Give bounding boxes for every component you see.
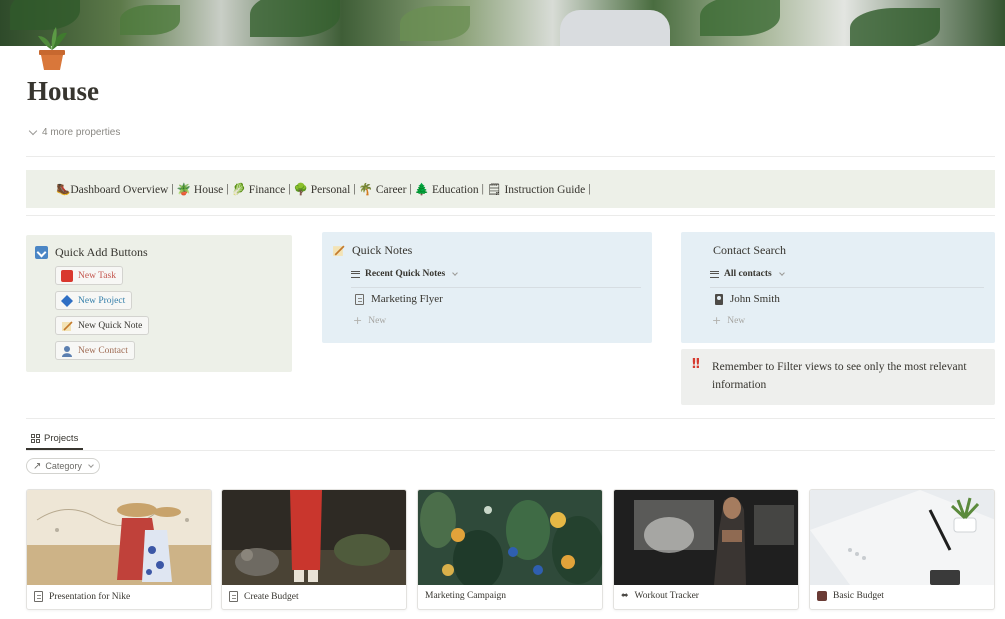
divider xyxy=(26,156,995,157)
new-contact-button[interactable]: New Contact xyxy=(55,341,135,360)
nav-link-finance[interactable]: 🥬 Finance xyxy=(232,182,286,196)
memo-icon xyxy=(62,320,73,331)
gallery-card-marketing-campaign[interactable]: Marketing Campaign xyxy=(417,489,603,610)
all-contacts-view-tab[interactable]: All contacts xyxy=(710,269,785,279)
quick-add-callout: Quick Add Buttons New Task New Project N… xyxy=(26,235,292,372)
potted-plant-icon[interactable] xyxy=(30,24,74,72)
list-view-icon xyxy=(351,270,360,278)
list-item[interactable]: John Smith xyxy=(715,293,780,305)
card-cover-image xyxy=(418,490,602,585)
chevron-down-icon xyxy=(28,126,38,135)
card-cover-image xyxy=(614,490,798,585)
new-quick-note-button[interactable]: New Quick Note xyxy=(55,316,150,335)
quick-notes-callout: Quick Notes Recent Quick Notes Marketing… xyxy=(322,232,652,343)
quick-add-heading: Quick Add Buttons xyxy=(35,245,148,260)
contact-search-heading: Contact Search xyxy=(713,243,786,258)
page-cover-image[interactable] xyxy=(0,0,1005,46)
list-item[interactable]: Marketing Flyer xyxy=(355,293,443,305)
chevron-down-icon xyxy=(452,269,459,276)
quick-notes-title: Quick Notes xyxy=(352,243,413,257)
gallery-card-basic-budget[interactable]: Basic Budget xyxy=(809,489,995,610)
card-title: Basic Budget xyxy=(817,591,884,601)
card-title: Presentation for Nike xyxy=(34,591,130,602)
arrow-up-right-icon: ↗ xyxy=(33,460,42,472)
quick-add-title: Quick Add Buttons xyxy=(55,245,148,259)
dumbbell-icon: ⬌ xyxy=(621,591,629,601)
blue-diamond-icon xyxy=(61,294,73,307)
divider xyxy=(26,450,995,451)
quick-notes-heading: Quick Notes xyxy=(332,243,412,258)
more-properties-label: 4 more properties xyxy=(42,127,121,138)
reminder-callout: !! Remember to Filter views to see only … xyxy=(681,349,995,405)
document-icon xyxy=(355,293,364,305)
bag-icon xyxy=(817,591,827,601)
dashboard-nav-bar: 🥾Dashboard Overview | 🪴 House | 🥬 Financ… xyxy=(26,170,995,208)
add-new-quick-note-row[interactable]: + New xyxy=(353,314,386,327)
divider xyxy=(26,418,995,419)
card-cover-image xyxy=(222,490,406,585)
card-title: Create Budget xyxy=(229,591,299,602)
gallery-card-create-budget[interactable]: Create Budget xyxy=(221,489,407,610)
tab-projects[interactable]: Projects xyxy=(26,429,84,450)
list-view-icon xyxy=(710,270,719,278)
more-properties-toggle[interactable]: 4 more properties xyxy=(28,126,121,138)
nav-link-instruction-guide[interactable]: 🗒 Instruction Guide xyxy=(487,182,585,196)
memo-icon xyxy=(333,245,345,256)
reminder-text: Remember to Filter views to see only the… xyxy=(712,361,967,391)
add-new-contact-row[interactable]: + New xyxy=(712,314,745,327)
new-project-button[interactable]: New Project xyxy=(55,291,133,310)
person-icon xyxy=(62,345,72,357)
card-cover-image xyxy=(27,490,211,585)
down-arrow-box-icon xyxy=(35,246,48,259)
nav-link-dashboard-overview[interactable]: 🥾Dashboard Overview xyxy=(56,182,168,196)
divider xyxy=(26,215,995,216)
double-exclamation-icon: !! xyxy=(691,357,701,372)
new-task-button[interactable]: New Task xyxy=(55,266,123,285)
plus-icon: + xyxy=(712,314,722,327)
chevron-down-icon xyxy=(88,461,94,468)
contact-search-title: Contact Search xyxy=(713,243,786,257)
card-title: Marketing Campaign xyxy=(425,591,506,601)
gallery-card-presentation-for-nike[interactable]: Presentation for Nike xyxy=(26,489,212,610)
document-icon xyxy=(229,591,238,602)
red-square-icon xyxy=(61,269,73,282)
nav-link-personal[interactable]: 🌳 Personal xyxy=(294,182,351,196)
nav-link-education[interactable]: 🌲 Education xyxy=(415,182,479,196)
nav-link-career[interactable]: 🌴 Career xyxy=(359,182,407,196)
chevron-down-icon xyxy=(778,269,785,276)
gallery-card-workout-tracker[interactable]: ⬌ Workout Tracker xyxy=(613,489,799,610)
category-filter-chip[interactable]: ↗ Category xyxy=(26,458,100,474)
nav-link-house[interactable]: 🪴 House xyxy=(177,182,224,196)
card-title: ⬌ Workout Tracker xyxy=(621,591,699,601)
plus-icon: + xyxy=(353,314,363,327)
page-title[interactable]: House xyxy=(27,76,99,107)
card-cover-image xyxy=(810,490,994,585)
document-icon xyxy=(34,591,43,602)
gallery-view-icon xyxy=(31,434,40,443)
recent-quick-notes-view-tab[interactable]: Recent Quick Notes xyxy=(351,269,459,279)
contact-search-callout: Contact Search All contacts John Smith +… xyxy=(681,232,995,343)
contact-card-icon xyxy=(715,293,723,305)
